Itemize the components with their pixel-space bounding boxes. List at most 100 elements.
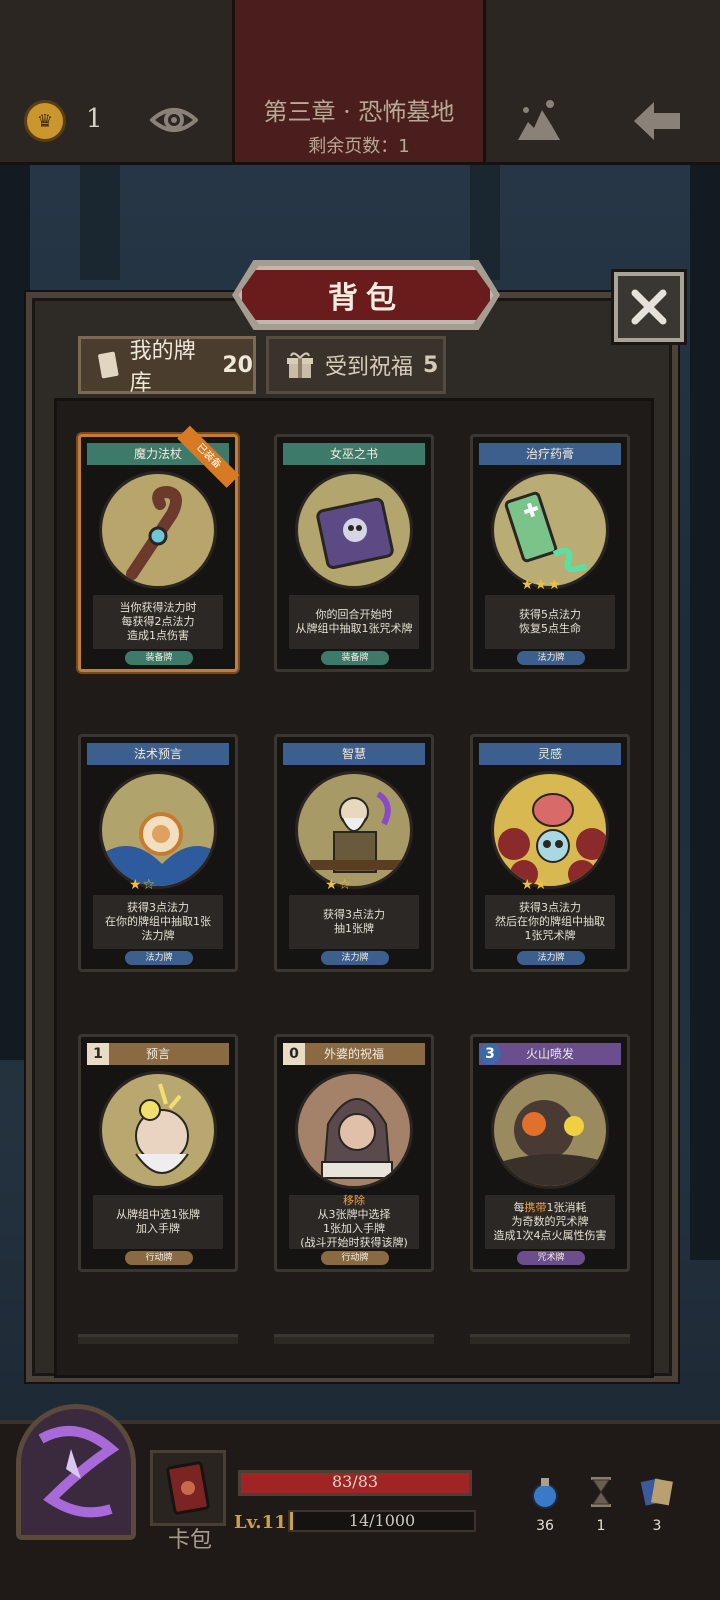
- card-pack-button[interactable]: [150, 1450, 226, 1526]
- tree-silhouette: [690, 160, 720, 1260]
- tab-count: 20: [222, 352, 253, 378]
- card-prophecy[interactable]: 预言 1 从牌组中选1张牌 加入手牌 行动牌: [78, 1034, 238, 1272]
- card-magic-staff[interactable]: 魔力法杖 已装备 当你获得法力时 每获得2点法力 造成1点伤害 装备牌: [78, 425, 240, 672]
- star-rating: ★☆: [129, 877, 157, 893]
- inspiration-art: [491, 771, 609, 889]
- desc-line: 从牌组中选1张牌: [116, 1208, 200, 1221]
- card-cost: 0: [283, 1043, 305, 1065]
- magic-staff-art: [99, 471, 217, 589]
- desc-line: 获得3点法力: [127, 901, 189, 914]
- title-banner: 背包: [238, 266, 494, 324]
- resource-value: 36: [536, 1518, 554, 1534]
- card-description: 你的回合开始时 从牌组中抽取1张咒术牌: [289, 595, 419, 649]
- card-type: 装备牌: [321, 651, 389, 665]
- desc-line: 从3张牌中选择: [317, 1208, 391, 1221]
- volcano-art: [491, 1071, 609, 1189]
- hp-text: 83/83: [331, 1472, 379, 1491]
- desc-line: 获得5点法力: [519, 608, 581, 621]
- card-type: 法力牌: [125, 951, 193, 965]
- desc-line: 每获得2点法力: [121, 615, 195, 628]
- desc-line: 恢复5点生命: [519, 622, 581, 635]
- witch-book-art: [295, 471, 413, 589]
- map-pile-icon[interactable]: [514, 96, 564, 144]
- desc-line: 每携带1张消耗: [485, 1201, 615, 1215]
- vortex-icon: [38, 1426, 120, 1518]
- desc-line: 获得3点法力: [519, 901, 581, 914]
- desc-line: 然后在你的牌组中抽取: [495, 915, 605, 928]
- player-level: Lv.11: [234, 1512, 287, 1533]
- card-witch-book[interactable]: 女巫之书 你的回合开始时 从牌组中抽取1张咒术牌 装备牌: [274, 434, 434, 672]
- card-volcano-eruption[interactable]: 火山喷发 3 每携带1张消耗 为奇数的咒术牌 造成1次4点火属性伤害 咒术牌: [470, 1034, 630, 1272]
- card-icon: [98, 351, 119, 379]
- chapter-title: 第三章 · 恐怖墓地: [263, 98, 455, 126]
- card-description: 获得3点法力 在你的牌组中抽取1张 法力牌: [93, 895, 223, 949]
- card-type: 法力牌: [517, 651, 585, 665]
- card-grandma-blessing[interactable]: 外婆的祝福 0 移除 从3张牌中选择 1张加入手牌 (战斗开始时获得该牌) 行动…: [274, 1034, 434, 1272]
- close-icon: [631, 289, 667, 325]
- card-title: 灵感: [479, 743, 621, 765]
- desc-line: 加入手牌: [136, 1222, 180, 1235]
- desc-line: (战斗开始时获得该牌): [300, 1236, 408, 1249]
- card-description: 每携带1张消耗 为奇数的咒术牌 造成1次4点火属性伤害: [485, 1195, 615, 1249]
- desc-line: 从牌组中抽取1张咒术牌: [295, 622, 413, 635]
- tree-silhouette: [80, 160, 120, 280]
- card-type: 法力牌: [321, 951, 389, 965]
- card-description: 从牌组中选1张牌 加入手牌: [93, 1195, 223, 1249]
- resource-potions[interactable]: 36: [520, 1474, 570, 1534]
- pages-remaining: 剩余页数：1: [308, 136, 410, 157]
- panel-title: 背包: [328, 281, 404, 316]
- card-healing-salve[interactable]: 治疗药膏 ★★★ 获得5点法力 恢复5点生命 法力牌: [470, 434, 630, 672]
- top-bar: ♛ 1 第三章 · 恐怖墓地 剩余页数：1: [0, 0, 720, 165]
- back-arrow-icon[interactable]: [630, 98, 684, 144]
- card-description: 获得3点法力 抽1张牌: [289, 895, 419, 949]
- potion-icon: [532, 1478, 558, 1509]
- tab-label: 我的牌库: [129, 339, 196, 396]
- card-cost: 1: [87, 1043, 109, 1065]
- portal-button[interactable]: [16, 1404, 136, 1540]
- keyword-carry: 携带: [524, 1201, 547, 1214]
- gift-icon: [287, 352, 313, 378]
- close-button[interactable]: [614, 272, 684, 342]
- xp-text: 14/1000: [348, 1511, 416, 1530]
- card-wisdom[interactable]: 智慧 ★☆ 获得3点法力 抽1张牌 法力牌: [274, 734, 434, 972]
- card-inspiration[interactable]: 灵感 ★★ 获得3点法力 然后在你的牌组中抽取 1张咒术牌 法力牌: [470, 734, 630, 972]
- gold-count: 1: [86, 104, 103, 134]
- star-rating: ★★★: [521, 577, 562, 593]
- tab-count: 5: [423, 352, 439, 378]
- resource-hourglass[interactable]: 1: [576, 1474, 626, 1534]
- eye-icon[interactable]: [150, 100, 198, 140]
- card-title: 智慧: [283, 743, 425, 765]
- tab-label: 受到祝福: [325, 355, 414, 380]
- cards-icon: [640, 1478, 673, 1506]
- healing-salve-art: [491, 471, 609, 589]
- desc-line: 为奇数的咒术牌: [511, 1215, 589, 1228]
- hourglass-icon: [591, 1477, 611, 1507]
- card-row-peek: [78, 1334, 238, 1344]
- wisdom-art: [295, 771, 413, 889]
- card-type: 法力牌: [517, 951, 585, 965]
- card-title: 女巫之书: [283, 443, 425, 465]
- keyword-remove: 移除: [343, 1194, 365, 1207]
- card-pack-label: 卡包: [167, 1528, 212, 1553]
- prophecy-art: [99, 1071, 217, 1189]
- desc-line: 获得3点法力: [323, 908, 385, 921]
- resource-value: 3: [652, 1518, 662, 1534]
- card-description: 获得5点法力 恢复5点生命: [485, 595, 615, 649]
- card-description: 当你获得法力时 每获得2点法力 造成1点伤害: [93, 595, 223, 649]
- resource-cards[interactable]: 3: [632, 1474, 682, 1534]
- desc-line: 造成1点伤害: [127, 629, 189, 642]
- tab-blessings[interactable]: 受到祝福 5: [266, 336, 446, 394]
- desc-line: 法力牌: [141, 929, 175, 942]
- desc-line: 抽1张牌: [334, 922, 374, 935]
- tab-my-deck[interactable]: 我的牌库 20: [78, 336, 256, 396]
- desc-line: 在你的牌组中抽取1张: [105, 915, 211, 928]
- card-row-peek: [274, 1334, 434, 1344]
- card-spell-prophecy[interactable]: 法术预言 ★☆ 获得3点法力 在你的牌组中抽取1张 法力牌 法力牌: [78, 734, 238, 972]
- desc-line: 当你获得法力时: [119, 601, 197, 614]
- card-cost: 3: [479, 1043, 501, 1065]
- resource-value: 1: [596, 1518, 606, 1534]
- card-type: 咒术牌: [517, 1251, 585, 1265]
- desc-line: 你的回合开始时: [315, 608, 393, 621]
- card-type: 行动牌: [125, 1251, 193, 1265]
- card-description: 获得3点法力 然后在你的牌组中抽取 1张咒术牌: [485, 895, 615, 949]
